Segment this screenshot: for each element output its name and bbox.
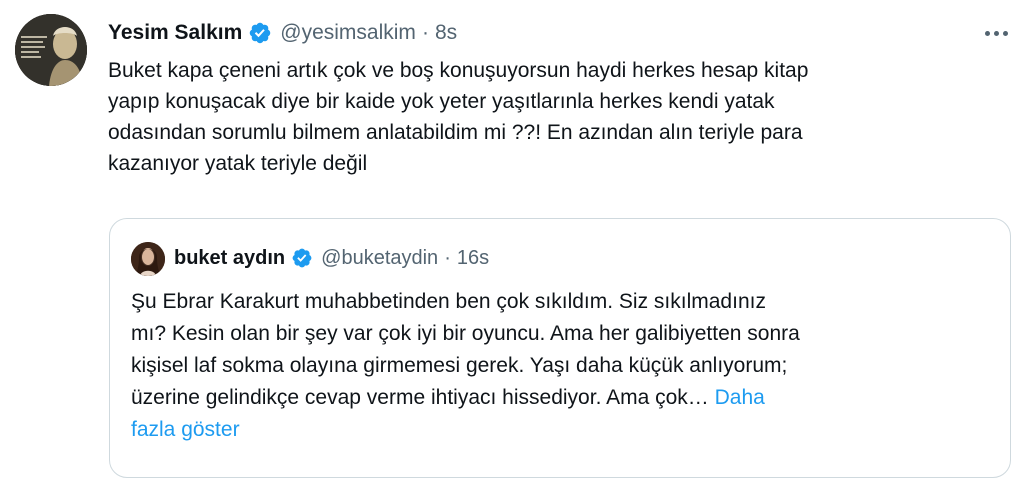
tweet-text: Buket kapa çeneni artık çok ve boş konuş… bbox=[108, 55, 1008, 179]
more-dot bbox=[993, 30, 999, 36]
author-handle[interactable]: @yesimsalkim bbox=[280, 21, 416, 45]
quoted-author-handle[interactable]: @buketaydin bbox=[321, 247, 438, 270]
more-options-icon[interactable] bbox=[979, 20, 1013, 46]
quoted-tweet-header: buket aydın @buketaydin · 16s bbox=[174, 241, 489, 275]
avatar-image bbox=[15, 14, 87, 86]
quoted-text-line: kişisel laf sokma olayına girmemesi gere… bbox=[131, 354, 788, 377]
quoted-tweet-text: Şu Ebrar Karakurt muhabbetinden ben çok … bbox=[131, 286, 991, 446]
tweet-header: Yesim Salkım @yesimsalkim · 8s bbox=[108, 16, 457, 50]
quoted-author-avatar[interactable] bbox=[131, 242, 165, 276]
quoted-tweet-card[interactable]: buket aydın @buketaydin · 16s Şu Ebrar K… bbox=[109, 218, 1011, 478]
tweet-card[interactable]: Yesim Salkım @yesimsalkim · 8s Buket kap… bbox=[0, 0, 1024, 491]
quoted-avatar-image bbox=[131, 242, 165, 276]
tweet-text-line: yapıp konuşacak diye bir kaide yok yeter… bbox=[108, 90, 775, 113]
verified-badge-icon bbox=[292, 248, 312, 268]
tweet-text-line: Buket kapa çeneni artık çok ve boş konuş… bbox=[108, 59, 809, 82]
quoted-text-line: mı? Kesin olan bir şey var çok iyi bir o… bbox=[131, 322, 800, 345]
tweet-text-line: odasından sorumlu bilmem anlatabildim mi… bbox=[108, 121, 803, 144]
quoted-text-line: Şu Ebrar Karakurt muhabbetinden ben çok … bbox=[131, 290, 766, 313]
tweet-text-line: kazanıyor yatak teriyle değil bbox=[108, 152, 368, 175]
show-more-link[interactable]: Daha bbox=[715, 386, 765, 409]
author-avatar[interactable] bbox=[15, 14, 87, 86]
author-name[interactable]: Yesim Salkım bbox=[108, 21, 242, 45]
tweet-timestamp[interactable]: 8s bbox=[435, 21, 457, 45]
separator-dot: · bbox=[444, 246, 451, 269]
verified-badge-icon bbox=[250, 22, 271, 44]
show-more-link[interactable]: fazla göster bbox=[131, 414, 991, 446]
separator-dot: · bbox=[421, 21, 429, 44]
quoted-tweet-timestamp[interactable]: 16s bbox=[457, 247, 489, 270]
quoted-text-line: üzerine gelindikçe cevap verme ihtiyacı … bbox=[131, 382, 991, 414]
quoted-text-fragment: üzerine gelindikçe cevap verme ihtiyacı … bbox=[131, 386, 709, 409]
more-dot bbox=[984, 30, 990, 36]
more-dot bbox=[1002, 30, 1008, 36]
quoted-author-name[interactable]: buket aydın bbox=[174, 247, 285, 270]
